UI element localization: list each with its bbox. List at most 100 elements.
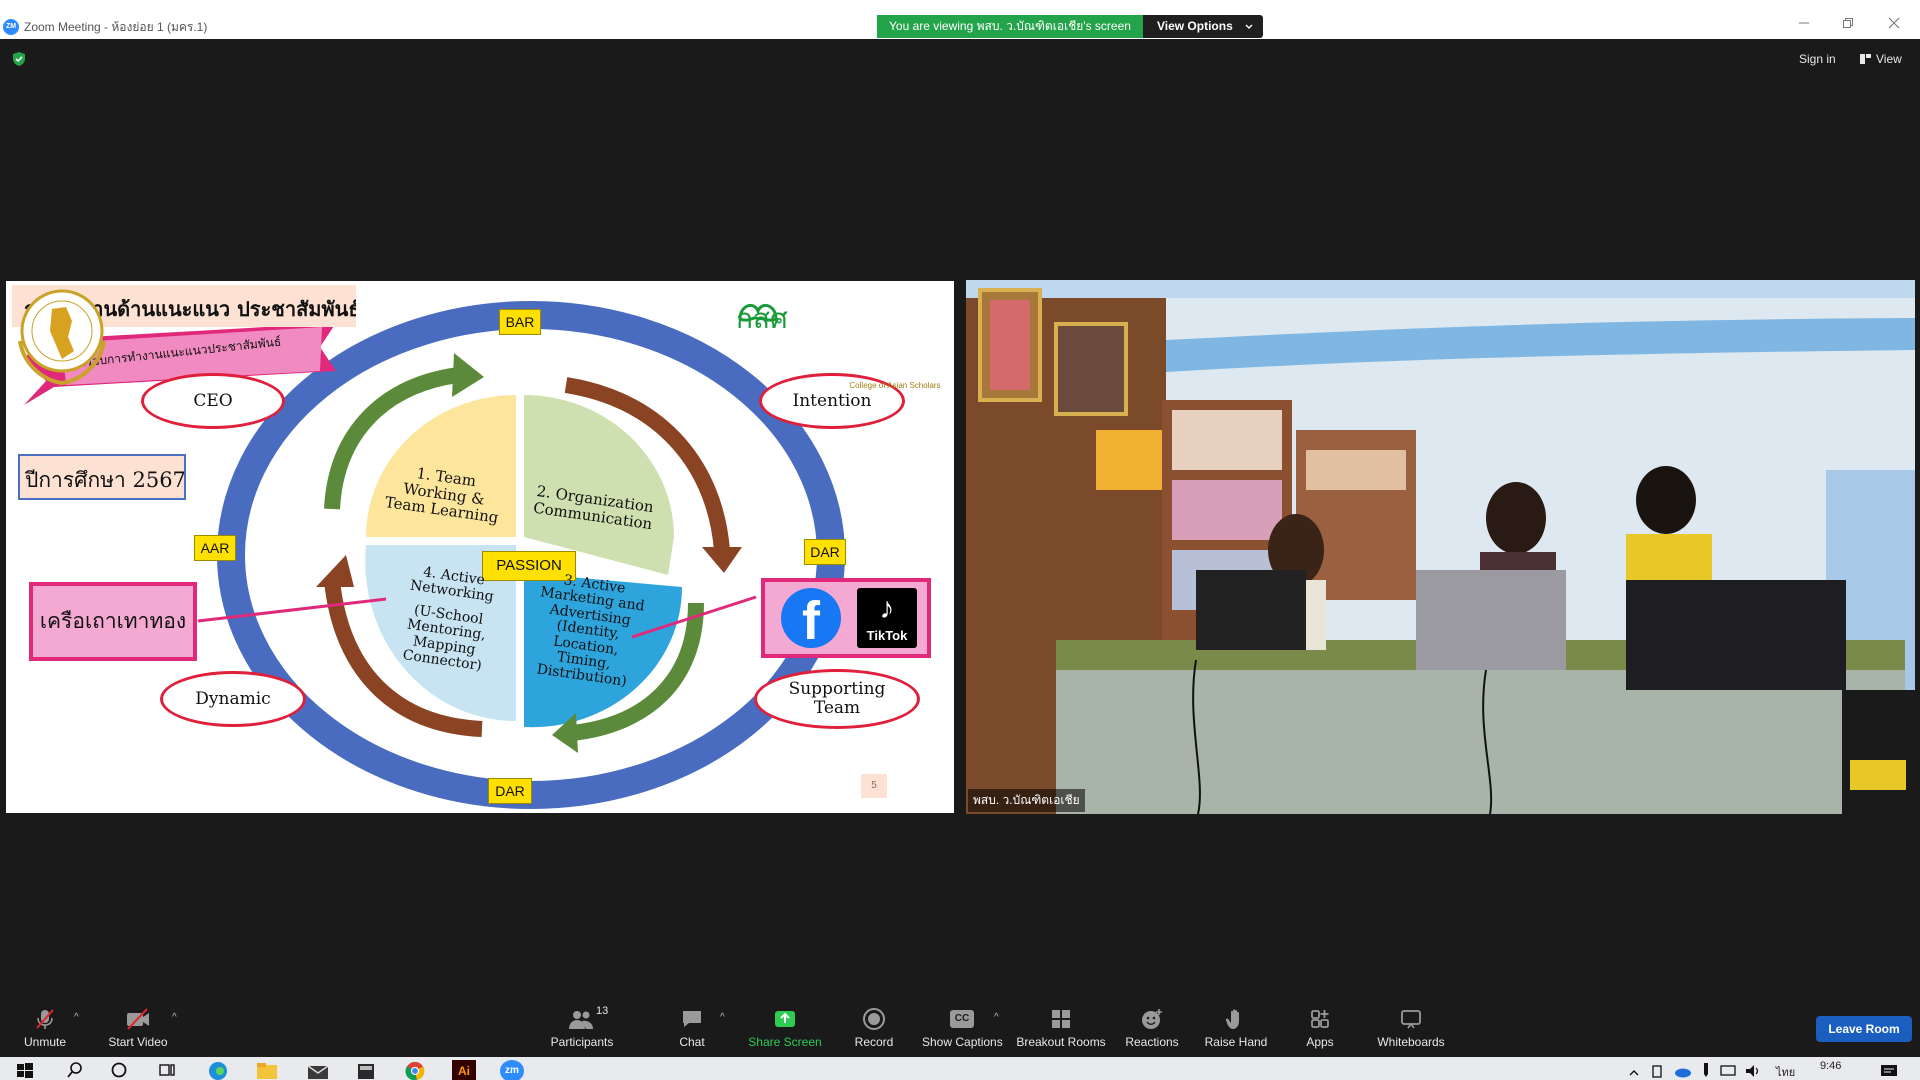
record-label: Record [854, 1035, 894, 1049]
file-explorer-icon[interactable] [256, 1060, 278, 1080]
view-options-label: View Options [1156, 19, 1233, 33]
arrow-head-green-top [452, 353, 484, 397]
windows-taskbar: Ai zm ไทย 9:46 [0, 1057, 1920, 1080]
show-captions-label: Show Captions [922, 1035, 1003, 1049]
arrow-head-brown-left [316, 555, 354, 587]
unmute-label: Unmute [23, 1035, 67, 1049]
apps-icon [1311, 1010, 1329, 1028]
chrome-icon[interactable] [404, 1060, 426, 1080]
pen-icon[interactable] [1700, 1060, 1712, 1080]
participants-count: 13 [596, 1005, 609, 1017]
oval-dynamic: Dynamic [160, 671, 306, 727]
record-icon [863, 1008, 885, 1030]
reactions-label: Reactions [1125, 1035, 1179, 1049]
facebook-icon: f [781, 588, 841, 651]
view-options-button[interactable]: View Options [1142, 15, 1263, 38]
close-button[interactable] [1884, 17, 1904, 33]
participants-button[interactable]: 13 Participants [548, 1005, 616, 1053]
zoom-logo-icon: ZM [3, 19, 19, 35]
edge-icon[interactable] [208, 1060, 228, 1080]
mail-icon[interactable] [306, 1060, 330, 1080]
viewing-banner-text: You are viewing พสบ. ว.บัณฑิตเอเชีย's sc… [877, 15, 1143, 38]
apps-label: Apps [1306, 1035, 1334, 1049]
captions-icon: CC [950, 1010, 974, 1028]
raise-hand-button[interactable]: Raise Hand [1204, 1007, 1268, 1053]
participants-icon-wrap: 13 [548, 1005, 616, 1031]
app-icon[interactable] [356, 1060, 376, 1080]
breakout-rooms-icon [1052, 1010, 1070, 1028]
participant-video[interactable]: พสบ. ว.บัณฑิตเอเชีย [966, 280, 1915, 814]
eef-logo: กสศ [736, 297, 788, 341]
whiteboards-button[interactable]: Whiteboards [1372, 1007, 1450, 1053]
share-screen-icon [775, 1011, 795, 1027]
tiktok-note-icon: ♪ [879, 592, 895, 625]
tag-dar-bottom: DAR [488, 778, 532, 804]
record-button[interactable]: Record [852, 1007, 896, 1053]
whiteboard-icon [1401, 1010, 1421, 1029]
raise-hand-icon [1225, 1009, 1239, 1029]
oval-ceo: CEO [141, 373, 285, 429]
quadrant-3-text: 3. Active Marketing and Advertising (Ide… [517, 569, 659, 694]
zoom-icon[interactable]: zm [500, 1060, 524, 1080]
taskbar-clock[interactable]: 9:46 [1820, 1060, 1841, 1072]
tray-device-icon[interactable] [1650, 1061, 1664, 1080]
microphone-muted-icon [36, 1009, 54, 1029]
audio-options-caret[interactable]: ^ [74, 1012, 79, 1023]
restore-button[interactable] [1838, 17, 1858, 33]
network-label-box: เครือเถาเทาทอง [29, 582, 197, 661]
video-camera-off-icon [127, 1008, 149, 1030]
academic-year-label: ปีการศึกษา 2567 [18, 454, 186, 500]
apps-button[interactable]: Apps [1300, 1007, 1340, 1053]
chat-options-caret[interactable]: ^ [720, 1012, 725, 1023]
show-captions-button[interactable]: CC Show Captions [922, 1007, 1003, 1053]
tiktok-icon: ♪ TikTok [857, 588, 917, 648]
windows-start-icon[interactable] [16, 1060, 34, 1080]
reactions-smiley-icon [1142, 1009, 1162, 1029]
raise-hand-label: Raise Hand [1204, 1035, 1268, 1049]
participants-label: Participants [550, 1035, 614, 1049]
meeting-toolbar: Unmute ^ Start Video ^ 13 Participants C… [0, 995, 1920, 1057]
illustrator-icon[interactable]: Ai [452, 1060, 476, 1080]
chat-label: Chat [679, 1035, 705, 1049]
quadrant-4-text: 4. Active Networking (U-School Mentoring… [380, 561, 517, 678]
task-view-icon[interactable] [158, 1060, 176, 1080]
chat-button[interactable]: Chat [668, 1007, 716, 1053]
social-media-box: f ♪ TikTok [761, 578, 931, 658]
tag-bar: BAR [499, 309, 541, 335]
start-video-button[interactable]: Start Video [106, 1007, 170, 1053]
slide-page-number: 5 [861, 774, 887, 798]
view-button[interactable]: View [1860, 51, 1902, 67]
video-scene [966, 280, 1915, 814]
cortana-icon[interactable] [110, 1060, 128, 1080]
close-icon [1888, 17, 1900, 29]
restore-icon [1843, 18, 1853, 28]
tag-dar-right: DAR [804, 539, 846, 565]
oval-supporting-team: Supporting Team [754, 669, 920, 729]
minimize-button[interactable] [1794, 17, 1814, 33]
video-options-caret[interactable]: ^ [172, 1012, 177, 1023]
oval-supporting-line2: Team [813, 698, 861, 718]
sign-in-link[interactable]: Sign in [1799, 51, 1836, 67]
notification-center-icon[interactable] [1880, 1061, 1898, 1080]
share-screen-label: Share Screen [748, 1035, 822, 1049]
tray-chevron-up-icon[interactable] [1628, 1063, 1640, 1080]
participant-name-tag: พสบ. ว.บัณฑิตเอเชีย [968, 789, 1085, 812]
zoom-window: ZM Zoom Meeting - ห้องย่อย 1 (มคร.1) You… [0, 0, 1920, 1080]
onedrive-icon[interactable] [1674, 1062, 1692, 1080]
captions-options-caret[interactable]: ^ [994, 1012, 999, 1023]
input-language[interactable]: ไทย [1776, 1063, 1795, 1080]
encryption-shield-icon[interactable] [12, 51, 26, 67]
share-screen-button[interactable]: Share Screen [748, 1007, 822, 1053]
tag-aar: AAR [194, 535, 236, 561]
chat-bubble-icon [683, 1011, 701, 1027]
leave-room-button[interactable]: Leave Room [1816, 1016, 1912, 1042]
participants-icon [569, 1011, 593, 1029]
volume-icon[interactable] [1744, 1061, 1762, 1080]
unmute-button[interactable]: Unmute [18, 1007, 72, 1053]
title-bar: ZM Zoom Meeting - ห้องย่อย 1 (มคร.1) You… [0, 0, 1920, 39]
reactions-button[interactable]: Reactions [1124, 1007, 1180, 1053]
breakout-rooms-button[interactable]: Breakout Rooms [1016, 1007, 1106, 1053]
college-seal-icon [18, 289, 106, 386]
network-icon[interactable] [1720, 1061, 1736, 1080]
search-icon[interactable] [66, 1060, 84, 1080]
